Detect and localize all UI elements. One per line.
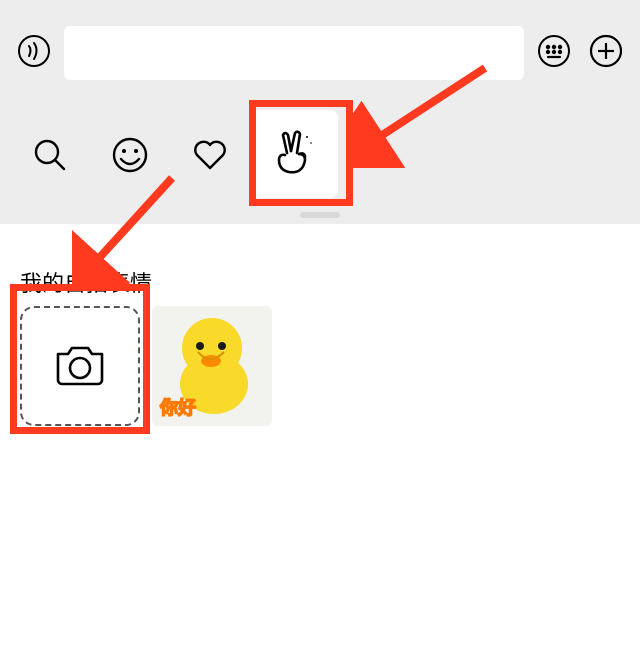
emoji-icon — [110, 135, 150, 180]
sticker-item[interactable]: 你好 — [152, 306, 272, 426]
more-actions-button[interactable] — [584, 31, 628, 75]
keyboard-icon — [536, 33, 572, 74]
chat-input-bar — [0, 0, 640, 98]
voice-input-button[interactable] — [12, 31, 56, 75]
message-input[interactable] — [64, 26, 524, 80]
search-icon — [31, 136, 69, 179]
peace-hand-icon — [269, 127, 319, 182]
sticker-caption: 你好 — [160, 394, 196, 420]
plus-icon — [588, 33, 624, 74]
section-title: 我的自拍表情 — [20, 266, 620, 298]
sticker-grid: 你好 — [20, 306, 620, 426]
tab-favorites[interactable] — [170, 126, 250, 188]
tab-emoji[interactable] — [90, 126, 170, 188]
tab-search[interactable] — [10, 126, 90, 188]
heart-icon — [190, 135, 230, 180]
keyboard-toggle-button[interactable] — [532, 31, 576, 75]
audio-icon — [16, 33, 52, 74]
camera-icon — [52, 336, 108, 397]
emoji-category-tabs — [0, 98, 640, 224]
selfie-sticker-panel: 我的自拍表情 你好 — [0, 224, 640, 664]
add-selfie-sticker-button[interactable] — [20, 306, 140, 426]
drag-handle[interactable] — [300, 212, 340, 218]
tab-selfie-sticker[interactable] — [250, 110, 338, 198]
